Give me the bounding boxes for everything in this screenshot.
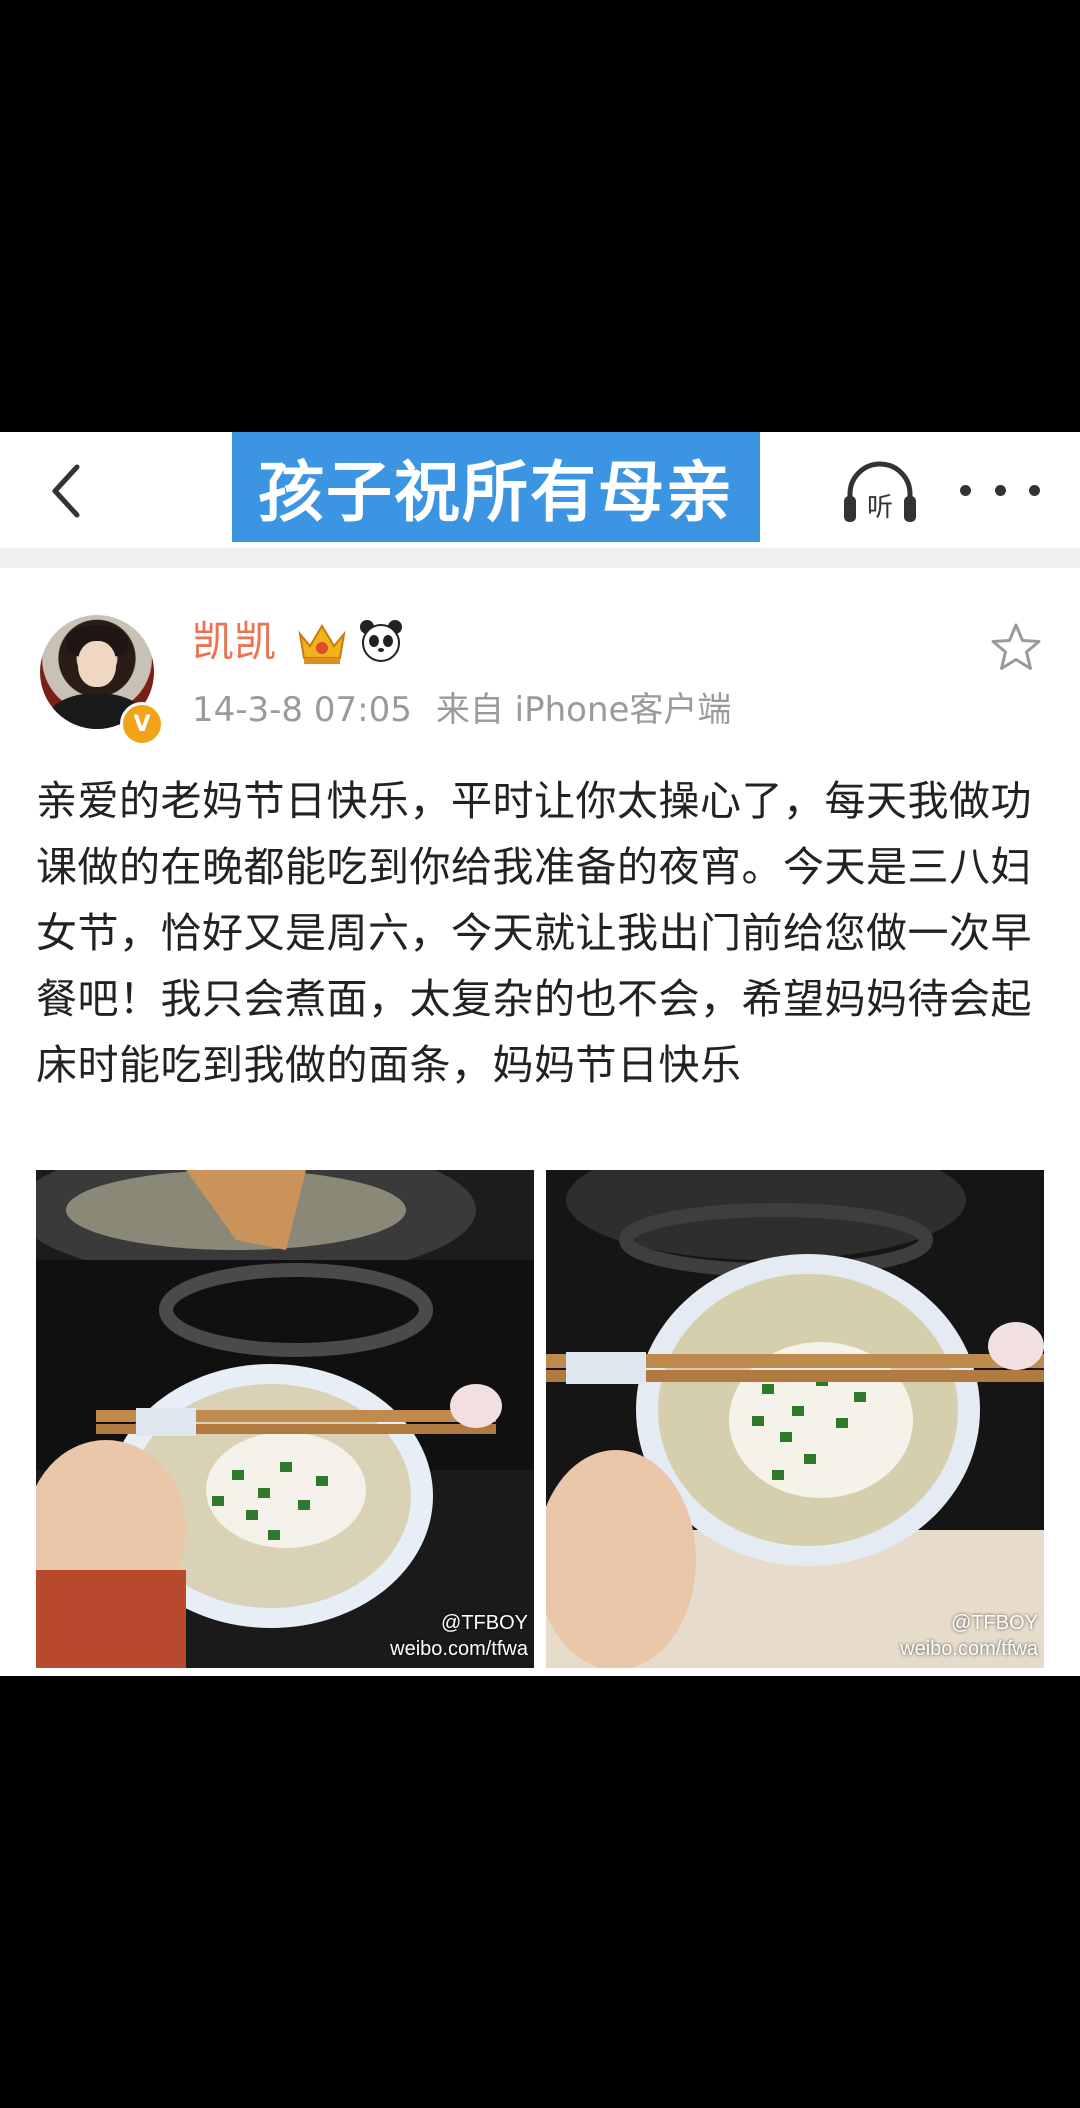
weibo-post-screen: 孩子祝所有母亲 听 V 凯凯 14-3-8 07:05 来自 iPhone客户端… (0, 432, 1080, 1676)
crown-icon (298, 624, 346, 664)
headphones-icon: 听 (844, 461, 916, 523)
more-dot (994, 484, 1006, 496)
page-title-banner: 孩子祝所有母亲 (232, 432, 760, 542)
verified-badge-icon: V (120, 702, 164, 746)
post-photo-1[interactable]: @TFBOY weibo.com/tfwa (36, 1170, 534, 1668)
post-meta: 14-3-8 07:05 来自 iPhone客户端 (192, 686, 731, 734)
letterbox-top (0, 0, 1080, 432)
listen-button[interactable]: 听 (840, 454, 920, 530)
watermark-url: weibo.com/tfwa (390, 1638, 528, 1660)
back-button[interactable] (30, 456, 100, 526)
more-button[interactable] (960, 470, 1040, 510)
avatar-face (78, 641, 116, 687)
panda-icon (360, 620, 402, 662)
star-outline-icon (991, 623, 1041, 670)
page-title: 孩子祝所有母亲 (258, 454, 734, 531)
nav-bar: 孩子祝所有母亲 听 (0, 432, 1080, 548)
post-timestamp: 14-3-8 07:05 (192, 690, 412, 730)
post-source: 来自 iPhone客户端 (435, 690, 732, 730)
post-body-text: 亲爱的老妈节日快乐，平时让你太操心了，每天我做功课做的在晚都能吃到你给我准备的夜… (36, 777, 1032, 1089)
chevron-left-icon (52, 464, 80, 518)
photo-watermark: @TFBOY weibo.com/tfwa (390, 1610, 528, 1662)
photo-watermark: @TFBOY weibo.com/tfwa (900, 1610, 1038, 1662)
username[interactable]: 凯凯 (192, 614, 276, 670)
watermark-handle: @TFBOY (441, 1612, 528, 1634)
nav-divider (0, 548, 1080, 568)
watermark-handle: @TFBOY (951, 1612, 1038, 1634)
more-dot (960, 484, 971, 496)
favorite-button[interactable] (988, 620, 1044, 676)
noodle-bowl-photo (36, 1170, 534, 1668)
more-dot (1029, 484, 1040, 496)
watermark-url: weibo.com/tfwa (900, 1638, 1038, 1660)
post-photo-2[interactable]: @TFBOY weibo.com/tfwa (546, 1170, 1044, 1668)
noodle-bowl-photo (546, 1170, 1044, 1668)
letterbox-bottom (0, 1676, 1080, 2108)
listen-label: 听 (867, 493, 893, 523)
